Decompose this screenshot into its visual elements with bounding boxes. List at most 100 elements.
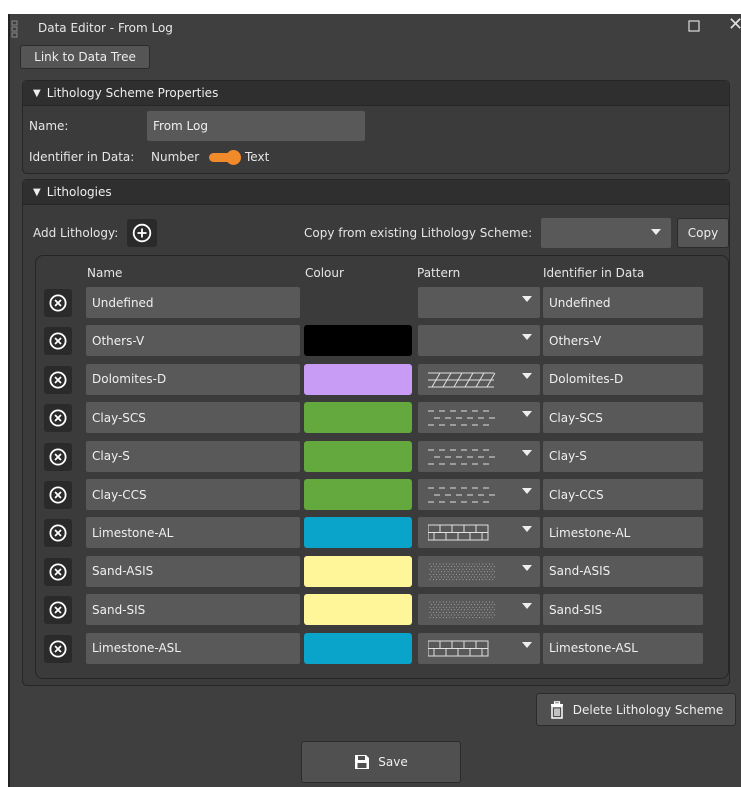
column-header-name: Name bbox=[87, 266, 123, 280]
plus-circle-icon bbox=[132, 223, 152, 243]
lithology-identifier-input[interactable]: Sand-SIS bbox=[543, 594, 703, 626]
lithology-identifier-input[interactable]: Clay-CCS bbox=[543, 479, 703, 510]
lithology-pattern-select[interactable] bbox=[418, 517, 540, 549]
lithology-colour-swatch[interactable] bbox=[304, 555, 412, 587]
lithology-identifier-input[interactable]: Undefined bbox=[543, 287, 703, 318]
lithology-colour-swatch[interactable] bbox=[304, 632, 412, 664]
lithology-name-input[interactable]: Clay-S bbox=[86, 440, 300, 472]
lithologies-panel: ▼ Lithologies Add Lithology: Copy from e… bbox=[22, 179, 730, 686]
lithology-colour-swatch[interactable] bbox=[304, 479, 412, 510]
remove-circle-icon bbox=[49, 563, 67, 581]
chevron-down-icon bbox=[651, 229, 661, 235]
lithology-colour-swatch[interactable] bbox=[304, 363, 412, 395]
lithology-name-input[interactable]: Limestone-ASL bbox=[86, 632, 300, 664]
lithology-identifier-input[interactable]: Others-V bbox=[543, 325, 703, 357]
column-header-colour: Colour bbox=[305, 266, 344, 280]
window-title: Data Editor - From Log bbox=[38, 21, 173, 35]
lithology-name-input[interactable]: Sand-ASIS bbox=[86, 555, 300, 587]
delete-label: Delete Lithology Scheme bbox=[572, 702, 724, 717]
chevron-down-icon bbox=[522, 372, 532, 379]
lithology-identifier-input[interactable]: Clay-S bbox=[543, 440, 703, 472]
trash-icon bbox=[550, 700, 563, 719]
lithology-name-input[interactable]: Undefined bbox=[86, 287, 300, 318]
lithologies-header[interactable]: ▼ Lithologies bbox=[23, 180, 729, 205]
clay-pattern-icon bbox=[428, 449, 495, 465]
link-to-data-tree-button[interactable]: Link to Data Tree bbox=[20, 45, 150, 69]
lithology-colour-swatch[interactable] bbox=[304, 325, 412, 357]
save-button[interactable]: Save bbox=[301, 741, 461, 783]
lithology-name-input[interactable]: Clay-SCS bbox=[86, 402, 300, 434]
remove-circle-icon bbox=[49, 448, 67, 466]
lithology-pattern-select[interactable] bbox=[418, 479, 540, 510]
limestone-pattern-icon bbox=[428, 524, 489, 541]
remove-lithology-button[interactable] bbox=[44, 634, 72, 663]
lithology-name-input[interactable]: Others-V bbox=[86, 325, 300, 357]
remove-lithology-button[interactable] bbox=[44, 442, 72, 471]
lithology-identifier-input[interactable]: Sand-ASIS bbox=[543, 555, 703, 587]
remove-lithology-button[interactable] bbox=[44, 519, 72, 548]
remove-circle-icon bbox=[49, 409, 67, 427]
chevron-down-icon bbox=[522, 641, 532, 648]
lithology-pattern-select[interactable] bbox=[418, 325, 540, 357]
remove-lithology-button[interactable] bbox=[44, 481, 72, 509]
name-label: Name: bbox=[29, 119, 69, 133]
remove-circle-icon bbox=[49, 486, 67, 504]
lithology-colour-swatch[interactable] bbox=[304, 402, 412, 434]
lithology-identifier-input[interactable]: Dolomites-D bbox=[543, 363, 703, 395]
lithology-colour-swatch[interactable] bbox=[304, 594, 412, 626]
close-icon[interactable]: ✕ bbox=[728, 16, 741, 34]
clay-pattern-icon bbox=[428, 410, 495, 426]
collapse-triangle-icon: ▼ bbox=[33, 87, 41, 99]
remove-lithology-button[interactable] bbox=[44, 289, 72, 317]
chevron-down-icon bbox=[522, 603, 532, 610]
table-row: Sand-ASIS Sand-ASIS bbox=[36, 555, 728, 588]
remove-lithology-button[interactable] bbox=[44, 404, 72, 433]
lithology-identifier-input[interactable]: Limestone-AL bbox=[543, 517, 703, 549]
remove-lithology-button[interactable] bbox=[44, 596, 72, 625]
copy-button[interactable]: Copy bbox=[677, 218, 729, 248]
lithology-identifier-input[interactable]: Clay-SCS bbox=[543, 402, 703, 434]
lithology-colour-swatch[interactable] bbox=[304, 440, 412, 472]
lithology-name-input[interactable]: Dolomites-D bbox=[86, 363, 300, 395]
lithology-pattern-select[interactable] bbox=[418, 594, 540, 626]
lithology-pattern-select[interactable] bbox=[418, 632, 540, 664]
remove-lithology-button[interactable] bbox=[44, 557, 72, 586]
table-row: Clay-S Clay-S bbox=[36, 440, 728, 473]
maximize-icon[interactable] bbox=[688, 20, 700, 36]
lithology-name-input[interactable]: Limestone-AL bbox=[86, 517, 300, 549]
table-row: Limestone-AL Limestone-AL bbox=[36, 517, 728, 549]
lithology-pattern-select[interactable] bbox=[418, 363, 540, 395]
identifier-label: Identifier in Data: bbox=[29, 150, 135, 164]
table-row: Sand-SIS Sand-SIS bbox=[36, 594, 728, 626]
scheme-properties-title: Lithology Scheme Properties bbox=[46, 86, 219, 100]
remove-circle-icon bbox=[49, 332, 67, 350]
chevron-down-icon bbox=[522, 449, 532, 456]
add-lithology-button[interactable] bbox=[127, 219, 157, 247]
limestone-pattern-icon bbox=[428, 640, 489, 657]
title-bar: Data Editor - From Log ✕ bbox=[10, 14, 741, 44]
lithology-name-input[interactable]: Clay-CCS bbox=[86, 479, 300, 510]
dolomite-pattern-icon bbox=[428, 372, 496, 388]
remove-lithology-button[interactable] bbox=[44, 365, 72, 394]
remove-lithology-button[interactable] bbox=[44, 327, 72, 356]
identifier-type-toggle[interactable] bbox=[209, 150, 241, 165]
lithology-pattern-select[interactable] bbox=[418, 287, 540, 318]
clay-pattern-icon bbox=[428, 487, 495, 503]
lithology-name-input[interactable]: Sand-SIS bbox=[86, 594, 300, 626]
chevron-down-icon bbox=[522, 564, 532, 571]
copy-from-label: Copy from existing Lithology Scheme: bbox=[304, 226, 533, 240]
table-row: Undefined Undefined bbox=[36, 287, 728, 319]
delete-lithology-scheme-button[interactable]: Delete Lithology Scheme bbox=[536, 693, 736, 726]
table-row: Clay-CCS Clay-CCS bbox=[36, 479, 728, 511]
lithology-identifier-input[interactable]: Limestone-ASL bbox=[543, 632, 703, 664]
toggle-text-label: Text bbox=[245, 150, 270, 164]
copy-scheme-select[interactable] bbox=[541, 218, 671, 248]
lithology-colour-swatch[interactable] bbox=[304, 517, 412, 549]
scheme-properties-header[interactable]: ▼ Lithology Scheme Properties bbox=[23, 81, 729, 106]
scheme-name-input[interactable]: From Log bbox=[147, 111, 365, 141]
lithology-pattern-select[interactable] bbox=[418, 402, 540, 434]
chevron-down-icon bbox=[522, 411, 532, 418]
lithology-pattern-select[interactable] bbox=[418, 440, 540, 472]
remove-circle-icon bbox=[49, 524, 67, 542]
lithology-pattern-select[interactable] bbox=[418, 555, 540, 587]
